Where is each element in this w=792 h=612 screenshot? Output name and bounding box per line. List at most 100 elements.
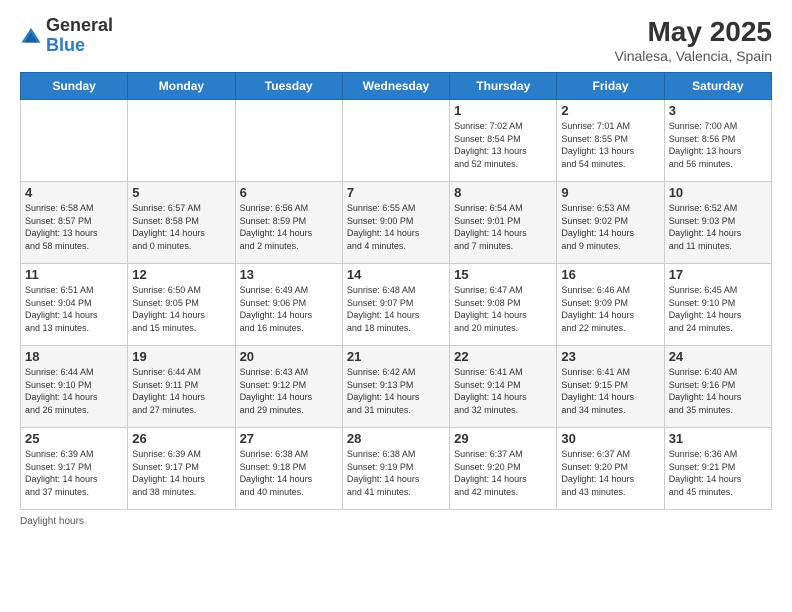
day-number: 15 <box>454 267 552 282</box>
calendar-week-row: 11 Sunrise: 6:51 AM Sunset: 9:04 PM Dayli… <box>21 264 772 346</box>
day-info: Sunrise: 6:49 AM Sunset: 9:06 PM Dayligh… <box>240 284 338 334</box>
day-info: Sunrise: 6:50 AM Sunset: 9:05 PM Dayligh… <box>132 284 230 334</box>
day-number: 14 <box>347 267 445 282</box>
calendar-week-row: 25 Sunrise: 6:39 AM Sunset: 9:17 PM Dayli… <box>21 428 772 510</box>
day-info: Sunrise: 6:53 AM Sunset: 9:02 PM Dayligh… <box>561 202 659 252</box>
calendar-cell: 19 Sunrise: 6:44 AM Sunset: 9:11 PM Dayli… <box>128 346 235 428</box>
day-number: 20 <box>240 349 338 364</box>
day-info: Sunrise: 6:44 AM Sunset: 9:10 PM Dayligh… <box>25 366 123 416</box>
calendar-cell: 8Sunrise: 6:54 AM Sunset: 9:01 PM Daylig… <box>450 182 557 264</box>
day-info: Sunrise: 6:51 AM Sunset: 9:04 PM Dayligh… <box>25 284 123 334</box>
day-number: 1 <box>454 103 552 118</box>
calendar-cell: 26Sunrise: 6:39 AM Sunset: 9:17 PM Dayli… <box>128 428 235 510</box>
calendar-cell: 28Sunrise: 6:38 AM Sunset: 9:19 PM Dayli… <box>342 428 449 510</box>
day-info: Sunrise: 6:56 AM Sunset: 8:59 PM Dayligh… <box>240 202 338 252</box>
weekday-header: Monday <box>128 73 235 100</box>
calendar-cell: 13 Sunrise: 6:49 AM Sunset: 9:06 PM Dayli… <box>235 264 342 346</box>
calendar-cell: 30 Sunrise: 6:37 AM Sunset: 9:20 PM Dayli… <box>557 428 664 510</box>
calendar-cell: 7 Sunrise: 6:55 AM Sunset: 9:00 PM Daylig… <box>342 182 449 264</box>
day-number: 9 <box>561 185 659 200</box>
logo-general: General <box>46 15 113 35</box>
calendar-cell: 10Sunrise: 6:52 AM Sunset: 9:03 PM Dayli… <box>664 182 771 264</box>
day-info: Sunrise: 6:37 AM Sunset: 9:20 PM Dayligh… <box>454 448 552 498</box>
calendar-cell: 15 Sunrise: 6:47 AM Sunset: 9:08 PM Dayli… <box>450 264 557 346</box>
day-number: 6 <box>240 185 338 200</box>
day-info: Sunrise: 6:36 AM Sunset: 9:21 PM Dayligh… <box>669 448 767 498</box>
header: General Blue May 2025 Vinalesa, Valencia… <box>20 16 772 64</box>
weekday-header-row: SundayMondayTuesdayWednesdayThursdayFrid… <box>21 73 772 100</box>
day-number: 31 <box>669 431 767 446</box>
page: General Blue May 2025 Vinalesa, Valencia… <box>0 0 792 612</box>
calendar-cell: 11 Sunrise: 6:51 AM Sunset: 9:04 PM Dayli… <box>21 264 128 346</box>
day-number: 21 <box>347 349 445 364</box>
day-number: 5 <box>132 185 230 200</box>
day-info: Sunrise: 6:38 AM Sunset: 9:18 PM Dayligh… <box>240 448 338 498</box>
day-number: 19 <box>132 349 230 364</box>
day-info: Sunrise: 6:38 AM Sunset: 9:19 PM Dayligh… <box>347 448 445 498</box>
calendar-cell: 12Sunrise: 6:50 AM Sunset: 9:05 PM Dayli… <box>128 264 235 346</box>
title-block: May 2025 Vinalesa, Valencia, Spain <box>615 16 772 64</box>
calendar-cell: 22 Sunrise: 6:41 AM Sunset: 9:14 PM Dayli… <box>450 346 557 428</box>
calendar-cell: 27 Sunrise: 6:38 AM Sunset: 9:18 PM Dayli… <box>235 428 342 510</box>
calendar-cell: 9 Sunrise: 6:53 AM Sunset: 9:02 PM Daylig… <box>557 182 664 264</box>
daylight-label: Daylight hours <box>20 516 84 527</box>
logo: General Blue <box>20 16 113 56</box>
calendar-cell: 16Sunrise: 6:46 AM Sunset: 9:09 PM Dayli… <box>557 264 664 346</box>
calendar-cell: 3 Sunrise: 7:00 AM Sunset: 8:56 PM Daylig… <box>664 100 771 182</box>
calendar-cell: 4Sunrise: 6:58 AM Sunset: 8:57 PM Daylig… <box>21 182 128 264</box>
calendar-cell <box>342 100 449 182</box>
logo-blue: Blue <box>46 35 85 55</box>
weekday-header: Thursday <box>450 73 557 100</box>
calendar-cell: 25 Sunrise: 6:39 AM Sunset: 9:17 PM Dayli… <box>21 428 128 510</box>
day-info: Sunrise: 6:41 AM Sunset: 9:15 PM Dayligh… <box>561 366 659 416</box>
day-info: Sunrise: 6:39 AM Sunset: 9:17 PM Dayligh… <box>25 448 123 498</box>
footer: Daylight hours <box>20 516 772 527</box>
calendar-week-row: 18 Sunrise: 6:44 AM Sunset: 9:10 PM Dayli… <box>21 346 772 428</box>
day-number: 23 <box>561 349 659 364</box>
weekday-header: Sunday <box>21 73 128 100</box>
day-info: Sunrise: 6:57 AM Sunset: 8:58 PM Dayligh… <box>132 202 230 252</box>
day-number: 26 <box>132 431 230 446</box>
calendar-cell: 20 Sunrise: 6:43 AM Sunset: 9:12 PM Dayli… <box>235 346 342 428</box>
calendar: SundayMondayTuesdayWednesdayThursdayFrid… <box>20 72 772 510</box>
day-info: Sunrise: 6:47 AM Sunset: 9:08 PM Dayligh… <box>454 284 552 334</box>
day-number: 22 <box>454 349 552 364</box>
calendar-cell: 1 Sunrise: 7:02 AM Sunset: 8:54 PM Daylig… <box>450 100 557 182</box>
day-info: Sunrise: 6:37 AM Sunset: 9:20 PM Dayligh… <box>561 448 659 498</box>
day-info: Sunrise: 6:41 AM Sunset: 9:14 PM Dayligh… <box>454 366 552 416</box>
calendar-cell: 14Sunrise: 6:48 AM Sunset: 9:07 PM Dayli… <box>342 264 449 346</box>
day-info: Sunrise: 7:00 AM Sunset: 8:56 PM Dayligh… <box>669 120 767 170</box>
day-info: Sunrise: 6:55 AM Sunset: 9:00 PM Dayligh… <box>347 202 445 252</box>
calendar-week-row: 4Sunrise: 6:58 AM Sunset: 8:57 PM Daylig… <box>21 182 772 264</box>
calendar-cell: 17Sunrise: 6:45 AM Sunset: 9:10 PM Dayli… <box>664 264 771 346</box>
calendar-cell: 23 Sunrise: 6:41 AM Sunset: 9:15 PM Dayli… <box>557 346 664 428</box>
day-number: 30 <box>561 431 659 446</box>
day-info: Sunrise: 6:54 AM Sunset: 9:01 PM Dayligh… <box>454 202 552 252</box>
day-info: Sunrise: 6:40 AM Sunset: 9:16 PM Dayligh… <box>669 366 767 416</box>
day-number: 18 <box>25 349 123 364</box>
day-info: Sunrise: 7:01 AM Sunset: 8:55 PM Dayligh… <box>561 120 659 170</box>
day-number: 24 <box>669 349 767 364</box>
day-number: 2 <box>561 103 659 118</box>
day-info: Sunrise: 6:44 AM Sunset: 9:11 PM Dayligh… <box>132 366 230 416</box>
calendar-cell: 31 Sunrise: 6:36 AM Sunset: 9:21 PM Dayli… <box>664 428 771 510</box>
calendar-cell <box>235 100 342 182</box>
calendar-cell <box>128 100 235 182</box>
calendar-cell <box>21 100 128 182</box>
day-info: Sunrise: 7:02 AM Sunset: 8:54 PM Dayligh… <box>454 120 552 170</box>
day-number: 10 <box>669 185 767 200</box>
day-number: 3 <box>669 103 767 118</box>
weekday-header: Wednesday <box>342 73 449 100</box>
calendar-cell: 2 Sunrise: 7:01 AM Sunset: 8:55 PM Daylig… <box>557 100 664 182</box>
day-number: 27 <box>240 431 338 446</box>
day-number: 4 <box>25 185 123 200</box>
day-number: 13 <box>240 267 338 282</box>
calendar-week-row: 1 Sunrise: 7:02 AM Sunset: 8:54 PM Daylig… <box>21 100 772 182</box>
day-number: 29 <box>454 431 552 446</box>
day-info: Sunrise: 6:43 AM Sunset: 9:12 PM Dayligh… <box>240 366 338 416</box>
day-number: 7 <box>347 185 445 200</box>
calendar-cell: 18 Sunrise: 6:44 AM Sunset: 9:10 PM Dayli… <box>21 346 128 428</box>
logo-icon <box>20 25 42 47</box>
day-number: 25 <box>25 431 123 446</box>
day-number: 11 <box>25 267 123 282</box>
